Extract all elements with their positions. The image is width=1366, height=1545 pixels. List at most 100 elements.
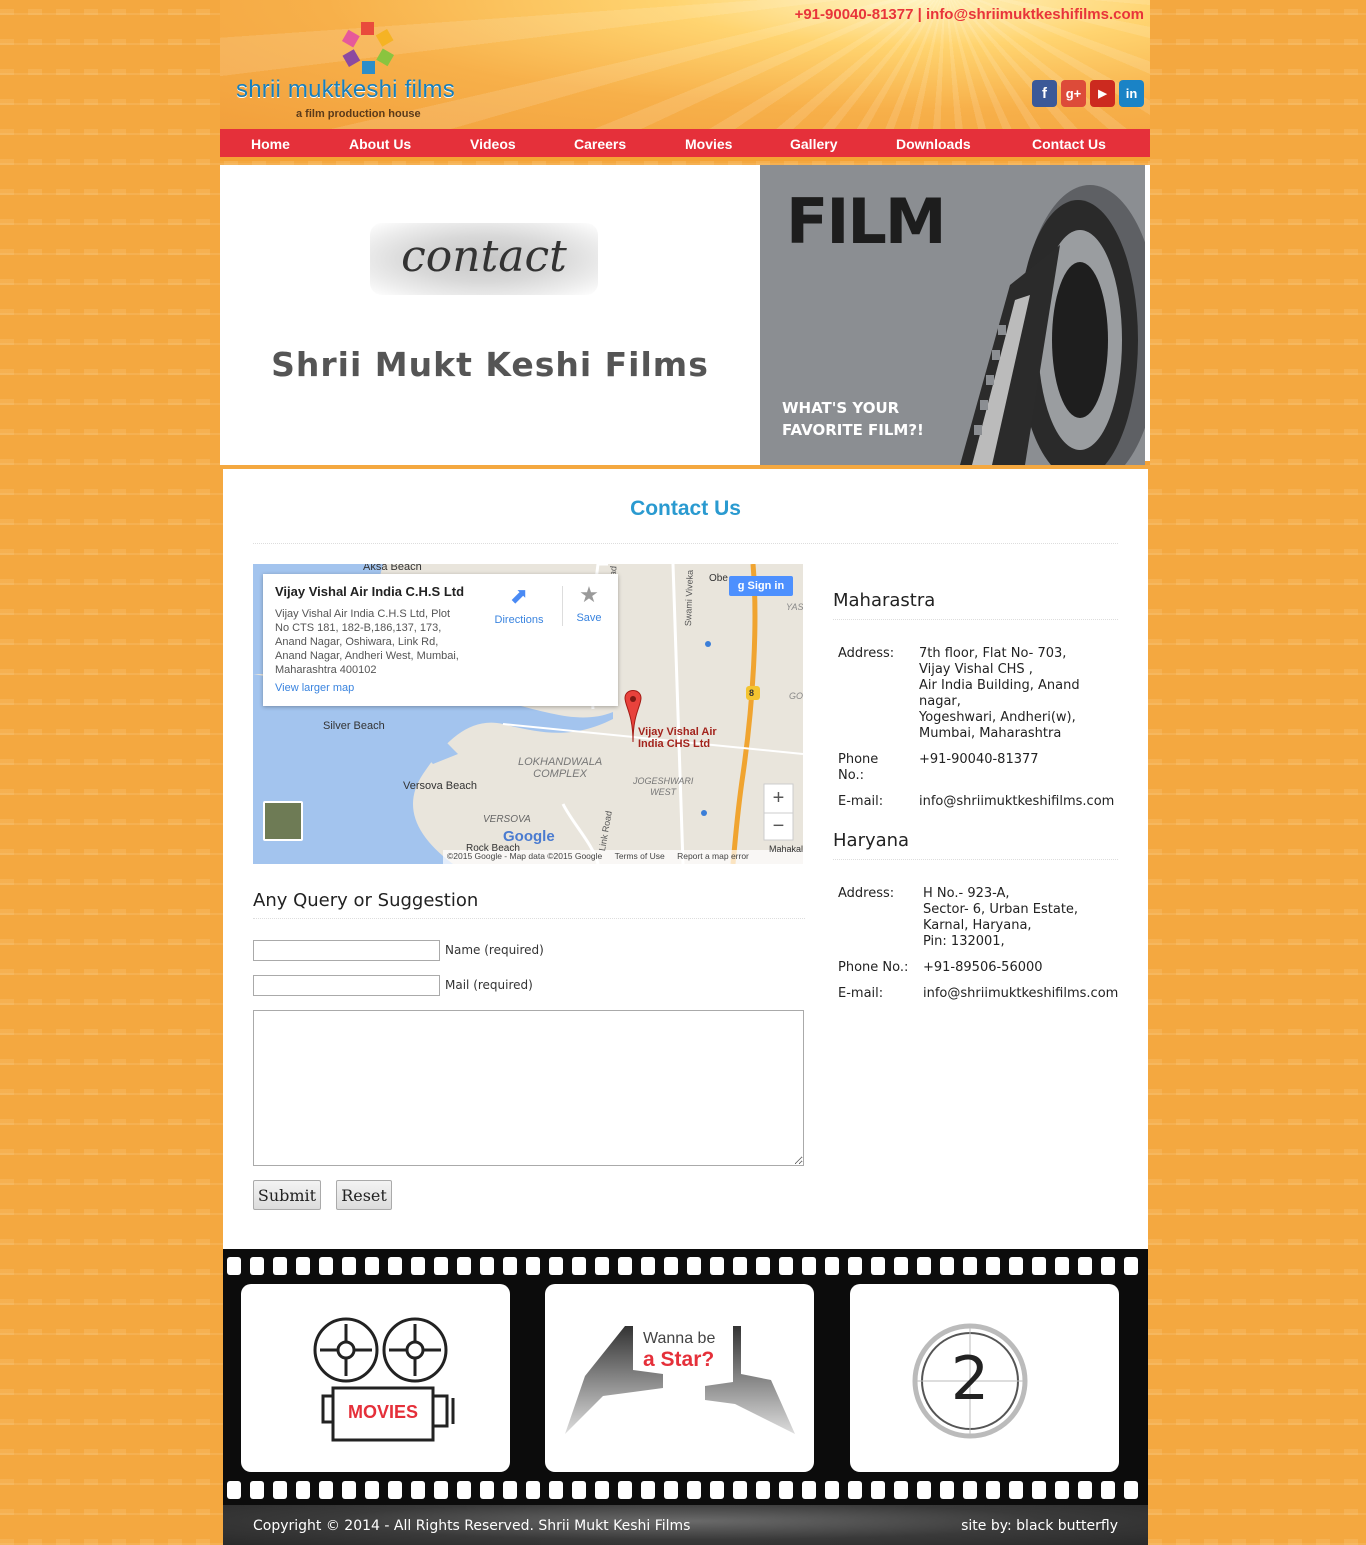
film-sprocket-hole [273,1481,287,1499]
submit-button[interactable]: Submit [253,1180,321,1210]
film-sprocket-hole [1055,1481,1069,1499]
map-label-yas: YAS [786,602,803,612]
map-save-button[interactable]: ★ Save [570,582,608,624]
haryana-email[interactable]: info@shriimuktkeshifilms.com [923,986,1118,1002]
header-email[interactable]: info@shriimuktkeshifilms.com [926,6,1144,23]
film-sprocket-hole [319,1257,333,1275]
map-terms-link[interactable]: Terms of Use [615,851,665,861]
film-sprocket-hole [618,1481,632,1499]
map-directions-button[interactable]: ⬈ Directions [491,583,547,627]
banner-film-question: WHAT'S YOUR FAVORITE FILM?! [782,399,924,439]
film-sprocket-hole [825,1481,839,1499]
film-holes-top [223,1257,1148,1277]
map-label-lokhandwala: LOKHANDWALA COMPLEX [518,756,603,780]
map-report-link[interactable]: Report a map error [677,851,749,861]
maharastra-phone[interactable]: +91-90040-81377 [919,752,1039,768]
film-sprocket-hole [549,1257,563,1275]
office-maharastra-heading: Maharastra [833,590,936,611]
maharastra-email-label: E-mail: [838,794,884,809]
nav-gallery[interactable]: Gallery [790,136,837,152]
logo-tagline: a film production house [296,108,421,120]
map-sign-in-button[interactable]: g Sign in [729,576,793,596]
film-sprocket-hole [342,1481,356,1499]
map-pin-label: Vijay Vishal Air India CHS Ltd [638,726,717,750]
map-place-card: Vijay Vishal Air India C.H.S Ltd Vijay V… [263,574,618,706]
film-sprocket-hole [664,1481,678,1499]
film-sprocket-hole [480,1257,494,1275]
countdown-frame[interactable]: 2 [850,1284,1119,1472]
film-sprocket-hole [1055,1257,1069,1275]
film-sprocket-hole [1101,1257,1115,1275]
film-sprocket-hole [1009,1481,1023,1499]
film-sprocket-hole [411,1257,425,1275]
query-form-divider [253,918,805,919]
film-sprocket-hole [664,1257,678,1275]
page-title: Contact Us [630,497,741,520]
movies-frame[interactable]: MOVIES [241,1284,510,1472]
name-input[interactable] [253,940,440,961]
map-label-silver: Silver Beach [323,720,385,732]
nav-movies[interactable]: Movies [685,136,732,152]
reset-button[interactable]: Reset [336,1180,392,1210]
haryana-phone[interactable]: +91-89506-56000 [923,960,1043,976]
site-footer: Copyright © 2014 - All Rights Reserved. … [223,1505,1148,1545]
maharastra-email[interactable]: info@shriimuktkeshifilms.com [919,794,1114,810]
google-plus-icon[interactable]: g+ [1061,80,1086,107]
film-sprocket-hole [779,1257,793,1275]
film-sprocket-hole [595,1481,609,1499]
directions-icon: ⬈ [509,583,529,608]
film-sprocket-hole [503,1257,517,1275]
nav-contact-us[interactable]: Contact Us [1032,136,1106,152]
header-phone[interactable]: +91-90040-81377 [795,6,914,23]
film-holes-bottom [223,1481,1148,1501]
nav-about-us[interactable]: About Us [349,136,411,152]
film-sprocket-hole [1078,1481,1092,1499]
map-zoom-out-button[interactable]: − [764,813,793,840]
film-sprocket-hole [963,1481,977,1499]
film-sprocket-hole [549,1481,563,1499]
film-sprocket-hole [779,1481,793,1499]
film-strip: MOVIES Wanna be a Star? 2 [223,1249,1148,1505]
film-sprocket-hole [296,1481,310,1499]
name-label: Name (required) [445,943,544,957]
nav-home[interactable]: Home [251,136,290,152]
mail-input[interactable] [253,975,440,996]
maharastra-phone-label: Phone No.: [838,752,879,783]
map-label-aksa: Aksa Beach [363,564,422,573]
film-sprocket-hole [434,1257,448,1275]
film-sprocket-hole [388,1257,402,1275]
google-map[interactable]: Aksa Beach Silver Beach Versova Beach VE… [253,564,803,864]
film-sprocket-hole [687,1481,701,1499]
map-divider [562,586,563,626]
film-sprocket-hole [480,1481,494,1499]
linkedin-icon[interactable]: in [1119,80,1144,107]
map-satellite-toggle[interactable] [263,801,303,841]
message-textarea[interactable] [253,1010,804,1166]
film-sprocket-hole [917,1481,931,1499]
film-sprocket-hole [825,1257,839,1275]
film-sprocket-hole [1032,1257,1046,1275]
film-sprocket-hole [871,1257,885,1275]
footer-credit[interactable]: site by: black butterfly [961,1518,1118,1534]
facebook-icon[interactable]: f [1032,80,1057,107]
nav-videos[interactable]: Videos [470,136,516,152]
film-sprocket-hole [894,1481,908,1499]
map-label-mahakal: Mahakal [769,844,803,854]
film-sprocket-hole [1009,1257,1023,1275]
nav-downloads[interactable]: Downloads [896,136,971,152]
film-sprocket-hole [388,1481,402,1499]
film-sprocket-hole [319,1481,333,1499]
star-line-2: a Star? [643,1348,715,1371]
map-view-larger-link[interactable]: View larger map [275,682,354,694]
film-sprocket-hole [411,1481,425,1499]
film-sprocket-hole [710,1257,724,1275]
nav-careers[interactable]: Careers [574,136,626,152]
site-logo[interactable]: shrii muktkeshi films a film production … [234,20,504,125]
map-zoom-in-button[interactable]: + [764,784,793,813]
star-line-1: Wanna be [643,1330,716,1347]
map-label-go: GO [789,691,803,701]
film-sprocket-hole [848,1481,862,1499]
wanna-be-star-frame[interactable]: Wanna be a Star? [545,1284,814,1472]
youtube-icon[interactable]: ▶ [1090,80,1115,107]
film-sprocket-hole [687,1257,701,1275]
